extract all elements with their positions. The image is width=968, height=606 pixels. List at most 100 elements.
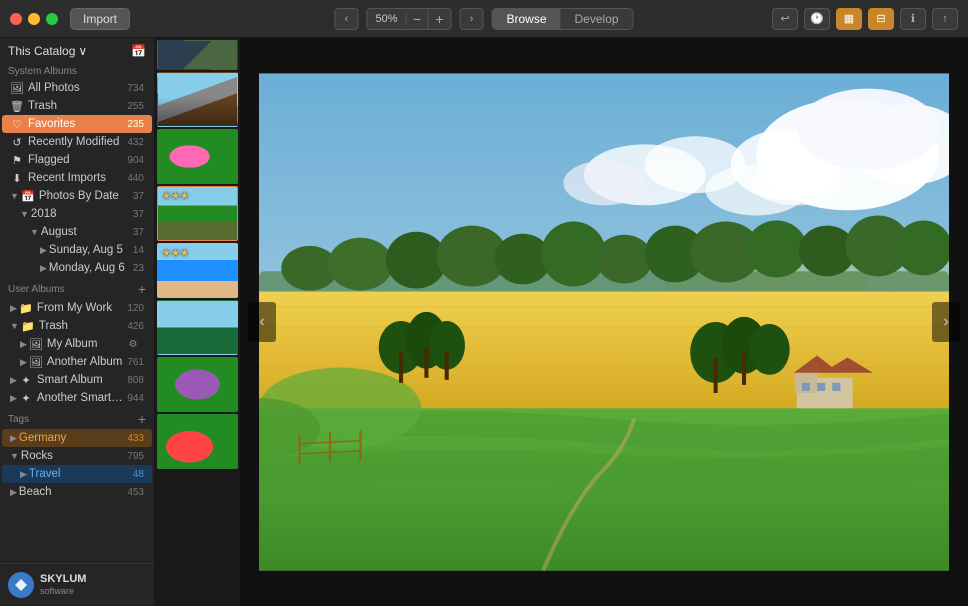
filmstrip-thumb-2[interactable]	[157, 129, 238, 184]
sidebar-item-trash-system[interactable]: 🗑 Trash 255	[2, 97, 152, 115]
heart-icon: ♡	[10, 118, 24, 131]
flag-icon: ⚑	[10, 154, 24, 167]
traffic-lights	[10, 13, 58, 25]
catalog-header: This Catalog ∨ 📅	[0, 38, 154, 62]
sidebar-item-trash-user[interactable]: ▼ 📁 Trash 426	[2, 317, 152, 335]
zoom-value: 50%	[367, 13, 406, 25]
develop-mode-button[interactable]: Develop	[561, 9, 633, 29]
expand-icon: ▼	[10, 321, 19, 331]
gear-icon: ⚙	[126, 339, 140, 350]
sidebar-item-recently-modified[interactable]: ↺ Recently Modified 432	[2, 133, 152, 151]
tags-label: Tags	[8, 414, 29, 425]
sidebar-item-august[interactable]: ▼ August 37	[2, 223, 152, 241]
info-button[interactable]: ℹ	[900, 8, 926, 30]
expand-icon: ▼	[30, 227, 39, 237]
sidebar-item-all-photos[interactable]: 🖼 All Photos 734	[2, 79, 152, 97]
filmstrip: ★★★ ★★★	[155, 38, 240, 606]
sidebar-item-aug6[interactable]: ▶ Monday, Aug 6 23	[2, 259, 152, 277]
sidebar-item-flagged[interactable]: ⚑ Flagged 904	[2, 151, 152, 169]
expand-icon: ▶	[10, 487, 17, 498]
filmstrip-thumb-0[interactable]	[157, 40, 238, 70]
filmstrip-thumb-3[interactable]: ★★★	[157, 186, 238, 241]
expand-icon: ▶	[10, 393, 17, 404]
date-icon: 📅	[21, 190, 35, 203]
smart-album-icon: ✦	[19, 374, 33, 387]
expand-icon: ▶	[20, 469, 27, 480]
zoom-plus-button[interactable]: +	[428, 8, 450, 30]
undo-button[interactable]: ↩	[772, 8, 798, 30]
filmstrip-toggle-button[interactable]: ▦	[836, 8, 862, 30]
sidebar-item-another-smart-album[interactable]: ▶ ✦ Another Smart A... 944	[2, 389, 152, 407]
share-button[interactable]: ↑	[932, 8, 958, 30]
sidebar: This Catalog ∨ 📅 System Albums 🖼 All Pho…	[0, 38, 155, 606]
zoom-control: 50% − +	[366, 8, 451, 30]
import-button[interactable]: Import	[70, 8, 130, 30]
sidebar-item-another-album[interactable]: ▶ 🖼 Another Album 761	[2, 353, 152, 371]
nav-back-button[interactable]: ‹	[334, 8, 358, 30]
fullscreen-button[interactable]	[46, 13, 58, 25]
catalog-name[interactable]: This Catalog ∨	[8, 44, 87, 58]
main-preview: ‹	[240, 38, 968, 606]
sidebar-item-my-album[interactable]: ▶ 🖼 My Album ⚙	[2, 335, 152, 353]
album-icon: 🖼	[29, 338, 43, 351]
sidebar-item-aug5[interactable]: ▶ Sunday, Aug 5 14	[2, 241, 152, 259]
expand-icon: ▶	[40, 263, 47, 274]
trash-icon: 🗑	[10, 100, 24, 113]
tags-header: Tags +	[0, 407, 154, 429]
prev-image-button[interactable]: ‹	[248, 302, 276, 342]
expand-icon: ▼	[10, 451, 19, 461]
skylum-footer: SKYLUM software	[0, 563, 154, 606]
sidebar-item-tag-germany[interactable]: ▶ Germany 433	[2, 429, 152, 447]
expand-icon: ▼	[20, 209, 29, 219]
expand-icon: ▶	[10, 375, 17, 386]
preview-image	[259, 72, 949, 572]
next-image-button[interactable]: ›	[932, 302, 960, 342]
sidebar-item-tag-rocks[interactable]: ▼ Rocks 795	[2, 447, 152, 465]
calendar-icon[interactable]: 📅	[131, 44, 146, 58]
expand-icon: ▼	[10, 191, 19, 201]
filmstrip-thumb-7[interactable]	[157, 414, 238, 469]
filmstrip-thumb-1[interactable]	[157, 72, 238, 127]
close-button[interactable]	[10, 13, 22, 25]
folder-icon: 📁	[21, 320, 35, 333]
sidebar-item-year-2018[interactable]: ▼ 2018 37	[2, 205, 152, 223]
photos-icon: 🖼	[10, 82, 24, 95]
skylum-text: SKYLUM software	[40, 573, 86, 597]
nav-forward-button[interactable]: ›	[459, 8, 483, 30]
filmstrip-thumb-6[interactable]	[157, 357, 238, 412]
user-albums-label: User Albums	[8, 284, 65, 295]
sidebar-item-smart-album[interactable]: ▶ ✦ Smart Album 808	[2, 371, 152, 389]
filmstrip-thumb-4[interactable]: ★★★	[157, 243, 238, 298]
smart-album-icon: ✦	[19, 392, 33, 405]
zoom-minus-button[interactable]: −	[406, 8, 428, 30]
browse-develop-toggle: Browse Develop	[491, 8, 633, 30]
skylum-logo	[8, 572, 34, 598]
sidebar-item-recent-imports[interactable]: ⬇ Recent Imports 440	[2, 169, 152, 187]
expand-icon: ▶	[40, 245, 47, 256]
expand-icon: ▶	[20, 339, 27, 350]
minimize-button[interactable]	[28, 13, 40, 25]
sidebar-item-tag-travel[interactable]: ▶ Travel 48	[2, 465, 152, 483]
sidebar-item-from-my-work[interactable]: ▶ 📁 From My Work 120	[2, 299, 152, 317]
star-badge: ★★★	[162, 191, 189, 202]
skylum-logo-icon	[13, 577, 29, 593]
user-albums-header: User Albums +	[0, 277, 154, 299]
browse-mode-button[interactable]: Browse	[492, 9, 560, 29]
history-button[interactable]: 🕐	[804, 8, 830, 30]
sidebar-item-photos-by-date[interactable]: ▼ 📅 Photos By Date 37	[2, 187, 152, 205]
filmstrip-thumb-5[interactable]	[157, 300, 238, 355]
album-icon: 🖼	[29, 356, 43, 369]
system-albums-label: System Albums	[0, 62, 154, 79]
add-tag-button[interactable]: +	[138, 411, 146, 427]
add-album-button[interactable]: +	[138, 281, 146, 297]
star-badge: ★★★	[162, 248, 189, 259]
imports-icon: ⬇	[10, 172, 24, 185]
adjustments-toggle-button[interactable]: ⊟	[868, 8, 894, 30]
sidebar-item-favorites[interactable]: ♡ Favorites 235	[2, 115, 152, 133]
landscape-svg	[259, 72, 949, 572]
titlebar-right: ↩ 🕐 ▦ ⊟ ℹ ↑	[772, 8, 958, 30]
modified-icon: ↺	[10, 136, 24, 149]
main-layout: This Catalog ∨ 📅 System Albums 🖼 All Pho…	[0, 38, 968, 606]
sidebar-item-tag-beach[interactable]: ▶ Beach 453	[2, 483, 152, 501]
titlebar: Import ‹ 50% − + › Browse Develop ↩ 🕐 ▦ …	[0, 0, 968, 38]
